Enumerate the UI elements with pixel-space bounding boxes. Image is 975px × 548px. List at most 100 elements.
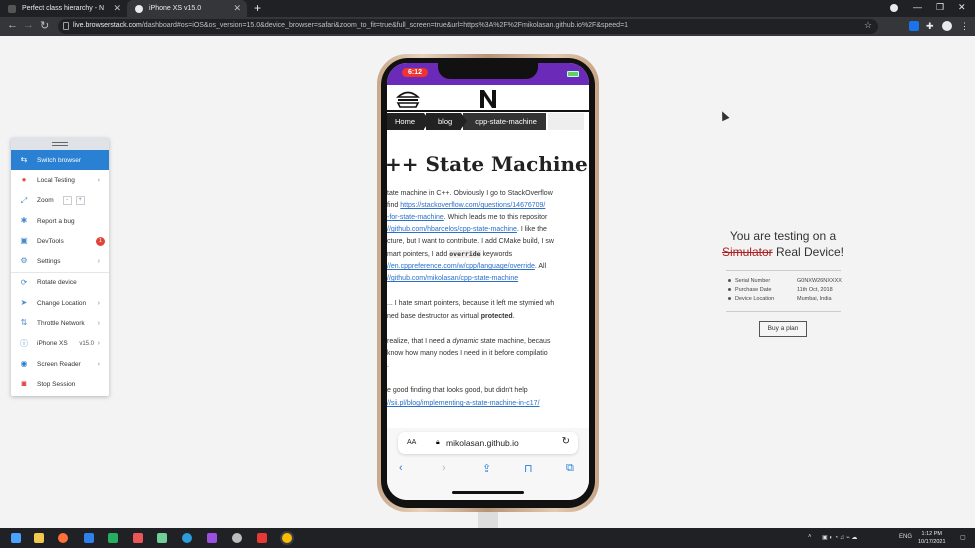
site-logo-icon[interactable] <box>478 88 498 110</box>
throttle-network-button[interactable]: ⇅ Throttle Network › <box>11 313 109 333</box>
lock-icon: 🔒︎ <box>436 439 440 446</box>
item-label: Stop Session <box>37 380 76 388</box>
close-window-icon[interactable]: ✕ <box>958 2 966 13</box>
buy-plan-button[interactable]: Buy a plan <box>759 321 807 337</box>
chevron-right-icon: › <box>97 360 100 368</box>
zoom-icon: ⤢ <box>20 195 28 205</box>
safari-forward-icon[interactable]: › <box>442 462 446 474</box>
bookmarks-icon[interactable]: ⊓ <box>524 462 533 475</box>
forward-icon[interactable]: → <box>23 19 34 31</box>
notifications-icon[interactable]: ▢ <box>960 534 966 541</box>
close-tab-icon[interactable]: ✕ <box>233 3 241 14</box>
profile-icon[interactable] <box>942 21 952 31</box>
item-label: Settings <box>37 258 61 266</box>
cppreference-link[interactable]: //en.cppreference.com/w/cpp/language/ove… <box>387 263 535 270</box>
system-clock[interactable]: 1:12 PM 10/17/2021 <box>918 530 946 546</box>
article-line: -for-state-machine. Which leads me to th… <box>387 214 548 221</box>
article-line: //github.com/mikolasan/cpp-state-machine <box>387 275 518 282</box>
tab-label: iPhone XS v15.0 <box>149 5 202 12</box>
github-icon[interactable] <box>232 533 242 543</box>
drag-handle[interactable] <box>11 138 109 150</box>
share-icon[interactable]: ⇪ <box>482 462 491 475</box>
report-bug-button[interactable]: ✱ Report a bug <box>11 211 109 231</box>
devtools-button[interactable]: ▣ DevTools 1 <box>11 231 109 251</box>
tray-chevron-icon[interactable]: ˄ <box>808 534 812 540</box>
hamburger-menu-icon[interactable] <box>396 89 420 109</box>
breadcrumb-home[interactable]: Home <box>387 113 431 130</box>
reload-icon[interactable]: ↻ <box>562 436 570 447</box>
switch-browser-button[interactable]: ⇆ Switch browser <box>11 150 109 171</box>
edge-icon[interactable] <box>182 533 192 543</box>
close-tab-icon[interactable]: ✕ <box>113 3 121 14</box>
record-icon[interactable] <box>890 4 898 12</box>
zoom-in-button[interactable]: + <box>75 196 85 206</box>
article-line: realize, that I need a dynamic state mac… <box>387 338 551 345</box>
chrome-icon[interactable] <box>282 533 292 543</box>
puzzle-icon[interactable]: ✚ <box>926 21 936 31</box>
screen-reader-button[interactable]: ◉ Screen Reader › <box>11 354 109 374</box>
devtools-badge: 1 <box>96 237 105 247</box>
item-label: Screen Reader <box>37 360 81 368</box>
minimize-icon[interactable]: — <box>913 2 922 12</box>
tabs-icon[interactable]: ⧉ <box>566 462 574 475</box>
text-size-button[interactable]: AA <box>407 439 416 446</box>
article-line: tate machine in C++. Obviously I go to S… <box>387 190 553 197</box>
browserstack-toolbar: ⇆ Switch browser ● Local Testing › ⤢ Zoo… <box>11 138 109 396</box>
divider <box>726 270 841 271</box>
git-icon[interactable] <box>133 533 143 543</box>
stackoverflow-link[interactable]: https://stackoverflow.com/questions/1467… <box>400 202 545 209</box>
address-bar[interactable]: live.browserstack.com/dashboard#os=iOS&o… <box>58 19 878 34</box>
start-icon[interactable] <box>11 533 21 543</box>
tray-icons[interactable]: ▣ ◐ ◔ ♫ ⌁ ☁ <box>822 534 857 541</box>
item-label: Zoom <box>37 197 54 205</box>
app-icon[interactable] <box>257 533 267 543</box>
hbarcelos-link[interactable]: //github.com/hbarcelos/cpp-state-machine <box>387 226 517 233</box>
safari-back-icon[interactable]: ‹ <box>399 462 403 474</box>
chevron-right-icon: › <box>97 258 100 266</box>
restore-icon[interactable]: ❐ <box>936 2 944 13</box>
extension-icon[interactable] <box>909 21 919 31</box>
settings-button[interactable]: ⚙ Settings › <box>11 251 109 271</box>
article-content: ++ State Machine tate machine in C++. Ob… <box>387 130 589 430</box>
bookmark-star-icon[interactable]: ☆ <box>864 20 872 31</box>
stop-session-button[interactable]: ◙ Stop Session <box>11 374 109 394</box>
device-info-button[interactable]: ⓘ iPhone XS v15.0 › <box>11 334 109 354</box>
app-icon[interactable] <box>207 533 217 543</box>
simulator-strikethrough: Simulator <box>721 245 773 259</box>
divider <box>726 311 841 312</box>
safari-address-bar[interactable]: AA 🔒︎ mikolasan.github.io ↻ <box>398 432 578 454</box>
breadcrumb-blog[interactable]: blog <box>426 113 468 130</box>
safari-bottom-bar: AA 🔒︎ mikolasan.github.io ↻ ‹ › ⇪ ⊓ ⧉ <box>387 428 589 500</box>
article-line: cture, but I want to contribute. I add C… <box>387 238 554 245</box>
browserstack-favicon-icon <box>135 4 143 13</box>
tab-perfect-class-hierarchy[interactable]: Perfect class hierarchy - N ✕ <box>0 0 127 17</box>
zoom-out-button[interactable]: - <box>62 196 72 206</box>
vscode-icon[interactable] <box>84 533 94 543</box>
local-testing-button[interactable]: ● Local Testing › <box>11 170 109 190</box>
rotate-device-button[interactable]: ⟳ Rotate device <box>11 273 109 293</box>
item-label: Throttle Network <box>37 320 85 328</box>
mikolasan-repo-link[interactable]: //github.com/mikolasan/cpp-state-machine <box>387 275 518 282</box>
site-favicon-icon <box>8 4 16 13</box>
back-icon[interactable]: ← <box>7 19 18 31</box>
language-indicator[interactable]: ENG <box>899 534 912 540</box>
sii-link[interactable]: //sii.pl/blog/implementing-a-state-machi… <box>387 400 540 407</box>
app-icon[interactable] <box>108 533 118 543</box>
file-explorer-icon[interactable] <box>34 533 44 543</box>
change-location-button[interactable]: ➤ Change Location › <box>11 293 109 313</box>
article-line: mart pointers, I add override keywords <box>387 250 513 258</box>
new-tab-icon[interactable]: + <box>254 1 261 15</box>
home-indicator <box>452 491 524 494</box>
tab-iphone-xs[interactable]: iPhone XS v15.0 ✕ <box>127 0 247 17</box>
zoom-control: ⤢ Zoom - + <box>11 191 109 211</box>
item-label: Report a bug <box>37 217 75 225</box>
promo-heading: You are testing on a Simulator Real Devi… <box>721 229 845 259</box>
spreadsheet-icon[interactable] <box>157 533 167 543</box>
network-icon: ⇅ <box>20 318 28 328</box>
stackoverflow-link-cont[interactable]: -for-state-machine <box>387 214 444 221</box>
menu-icon[interactable]: ⋮ <box>960 21 970 31</box>
lock-icon <box>63 22 69 30</box>
firefox-icon[interactable] <box>58 533 68 543</box>
reload-icon[interactable]: ↻ <box>40 19 49 32</box>
device-screen[interactable]: 6:12 Home blog cpp-state-machine ++ Stat… <box>387 63 589 500</box>
